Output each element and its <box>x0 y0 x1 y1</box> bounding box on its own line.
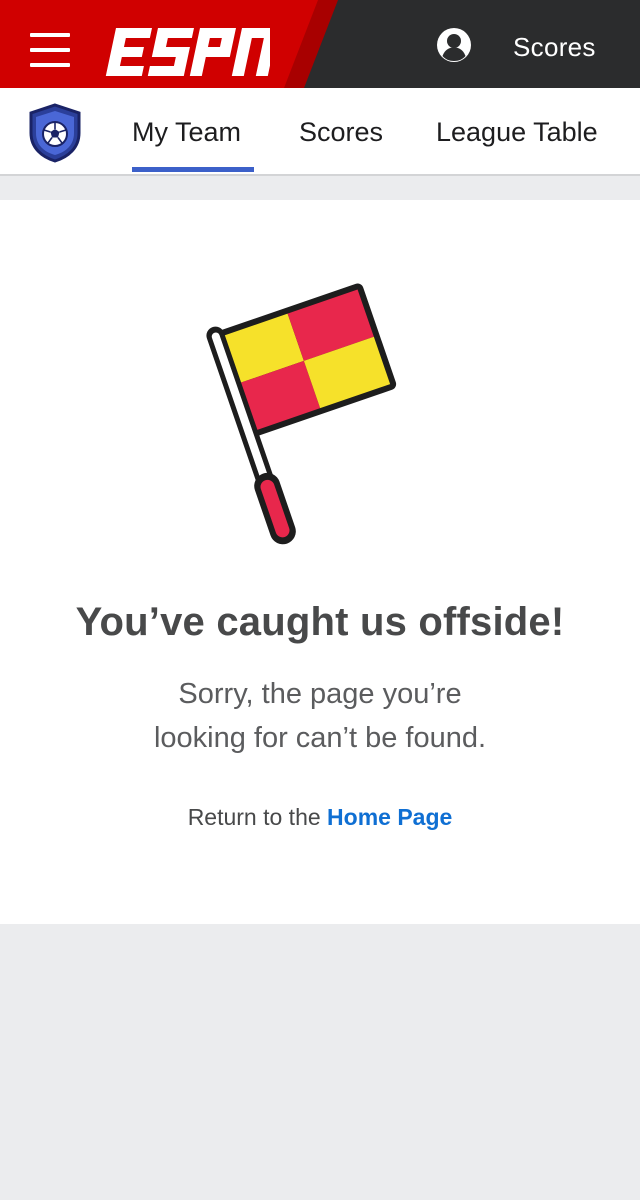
home-page-link[interactable]: Home Page <box>327 804 452 830</box>
error-message-line-1: Sorry, the page you’re <box>178 678 462 710</box>
tab-my-team[interactable]: My Team <box>132 88 241 174</box>
account-avatar-icon[interactable] <box>436 27 472 63</box>
tab-scores[interactable]: Scores <box>299 88 383 174</box>
espn-logo[interactable] <box>104 28 270 76</box>
soccer-ball-shield-icon[interactable] <box>24 102 86 164</box>
error-message-line-2: looking for can’t be found. <box>153 722 487 754</box>
error-headline: You’ve caught us offside! <box>75 600 565 644</box>
header-scores-link[interactable]: Scores <box>513 30 596 64</box>
top-header-bar: Scores <box>0 0 640 88</box>
hamburger-menu-icon[interactable] <box>30 33 70 69</box>
return-home-line: Return to the Home Page <box>0 804 640 831</box>
error-message: Sorry, the page you’re looking for can’t… <box>0 672 640 760</box>
selected-tab-indicator <box>132 167 254 172</box>
offside-flag-icon <box>206 283 397 545</box>
tab-league-table[interactable]: League Table <box>436 88 598 174</box>
return-prefix-text: Return to the <box>187 804 328 830</box>
section-navigation: My Team Scores League Table <box>0 88 640 176</box>
error-card: You’ve caught us offside! Sorry, the pag… <box>0 200 640 924</box>
